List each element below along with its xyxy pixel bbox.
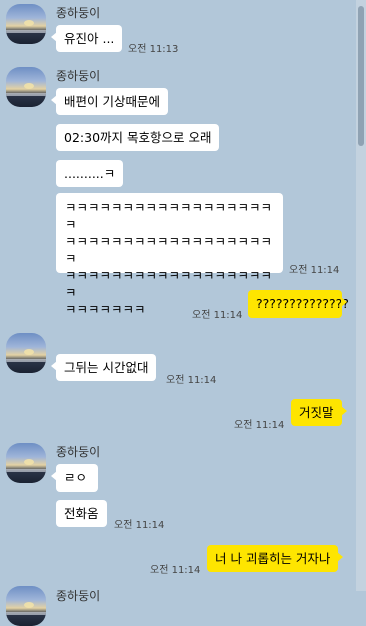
message-time: 오전 11:14	[234, 420, 285, 431]
message-time: 오전 11:14	[192, 310, 243, 321]
message-time: 오전 11:14	[150, 565, 201, 576]
profile-avatar[interactable]	[6, 586, 46, 626]
sender-name: 종하둥이	[56, 69, 101, 83]
profile-avatar[interactable]	[6, 333, 46, 373]
message-bubble: 02:30까지 목호항으로 오래	[56, 124, 220, 151]
my-message-bubble: 너 나 괴롭히는 거자나	[207, 545, 344, 572]
my-message-bubble: 거짓말	[291, 399, 346, 426]
message-bubble: 배편이 기상때문에	[51, 88, 168, 115]
message-time: 오전 11:14	[114, 520, 165, 531]
scrollbar[interactable]	[356, 0, 366, 591]
message-bubble: ㄹㅇ	[51, 464, 98, 492]
profile-avatar[interactable]	[6, 67, 46, 107]
scrollbar-thumb[interactable]	[358, 6, 364, 146]
sender-name: 종하둥이	[56, 589, 101, 603]
profile-avatar[interactable]	[6, 4, 46, 44]
profile-avatar[interactable]	[6, 443, 46, 483]
message-bubble: ㅋㅋㅋㅋㅋㅋㅋㅋㅋㅋㅋㅋㅋㅋㅋㅋㅋㅋㅋ ㅋㅋㅋㅋㅋㅋㅋㅋㅋㅋㅋㅋㅋㅋㅋㅋㅋㅋㅋ …	[56, 193, 283, 317]
my-message-bubble: ??????????????	[248, 290, 349, 318]
message-bubble: 그뒤는 시간없대	[50, 354, 157, 381]
message-time: 오전 11:14	[289, 265, 340, 276]
message-time: 오전 11:14	[166, 375, 217, 386]
message-time: 오전 11:13	[128, 44, 179, 55]
message-line: ㅋㅋㅋㅋㅋㅋㅋㅋㅋㅋㅋㅋㅋㅋㅋㅋㅋㅋㅋ	[65, 268, 273, 300]
message-bubble: 유진아 ...	[50, 25, 123, 52]
message-line: ㅋㅋㅋㅋㅋㅋㅋㅋㅋㅋㅋㅋㅋㅋㅋㅋㅋㅋㅋ	[65, 200, 273, 232]
message-line: ㅋㅋㅋㅋㅋㅋㅋ	[65, 302, 146, 317]
message-line: ㅋㅋㅋㅋㅋㅋㅋㅋㅋㅋㅋㅋㅋㅋㅋㅋㅋㅋㅋ	[65, 234, 273, 266]
message-bubble: ..........ㅋ	[56, 160, 124, 187]
sender-name: 종하둥이	[56, 445, 101, 459]
message-bubble: 전화옴	[56, 500, 107, 527]
sender-name: 종하둥이	[56, 6, 101, 20]
